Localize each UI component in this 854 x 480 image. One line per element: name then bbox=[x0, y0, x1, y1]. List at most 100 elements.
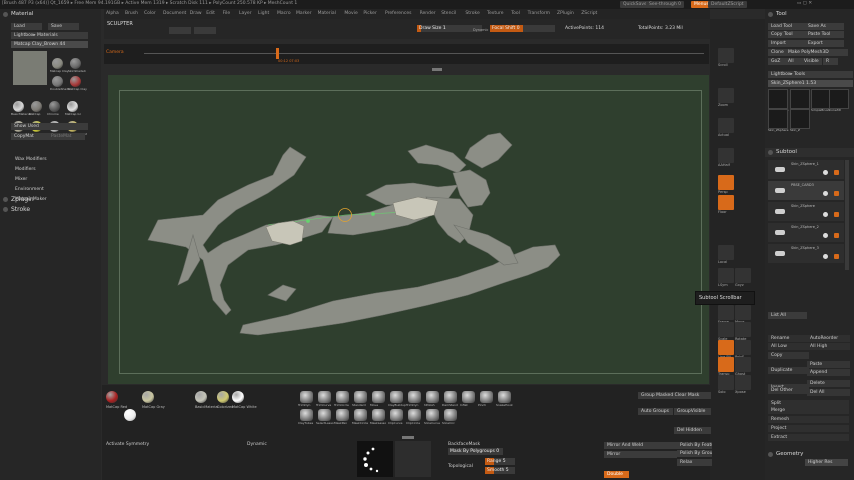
eye-icon[interactable] bbox=[823, 233, 828, 238]
polypaint-icon[interactable] bbox=[834, 233, 839, 238]
brush-thumb[interactable] bbox=[444, 391, 457, 403]
range-slider[interactable]: Range 5 bbox=[485, 458, 515, 465]
shelf-zoom-button[interactable] bbox=[718, 88, 734, 103]
brush-thumb[interactable] bbox=[318, 409, 331, 421]
mrgb-toggle[interactable] bbox=[169, 27, 191, 34]
tool-copy-tool-button[interactable]: Copy Tool bbox=[768, 31, 807, 38]
brush-thumb[interactable] bbox=[408, 391, 421, 403]
alpha-preview[interactable] bbox=[395, 441, 431, 477]
shelf-line-fill-button[interactable] bbox=[718, 340, 734, 355]
polypaint-icon[interactable] bbox=[834, 170, 839, 175]
brush-thumb[interactable] bbox=[354, 409, 367, 421]
brush-thumb[interactable] bbox=[300, 391, 313, 403]
menu-item-picker[interactable]: Picker bbox=[363, 11, 376, 16]
canvas-grip[interactable] bbox=[432, 68, 442, 71]
tool-make-polymesh3d-button[interactable]: Make PolyMesh3D bbox=[785, 49, 848, 56]
group-visible-button[interactable]: GroupVisible bbox=[674, 408, 711, 415]
tool-thumb[interactable] bbox=[768, 109, 788, 129]
rgb-toggle[interactable] bbox=[194, 27, 216, 34]
eye-icon[interactable] bbox=[823, 191, 828, 196]
pastemat-button[interactable]: PasteMat bbox=[48, 133, 85, 140]
tool-load-tool-button[interactable]: Load Tool bbox=[768, 23, 807, 30]
subtool-append-button[interactable]: Append bbox=[807, 369, 850, 376]
menu-item-stencil[interactable]: Stencil bbox=[441, 11, 456, 16]
tool-export-button[interactable]: Export bbox=[805, 40, 844, 47]
topological-toggle[interactable]: Topological bbox=[448, 464, 473, 469]
tool-import-button[interactable]: Import bbox=[768, 40, 807, 47]
menu-item-alpha[interactable]: Alpha bbox=[106, 11, 119, 16]
material-thumb[interactable] bbox=[70, 58, 81, 69]
shelf-gxyz-button[interactable] bbox=[735, 268, 751, 283]
show-used-button[interactable]: Show Used bbox=[11, 123, 88, 130]
mask-by-polygroups-slider[interactable]: Mask By Polygroups 0 bbox=[448, 448, 503, 455]
menu-item-file[interactable]: File bbox=[223, 11, 231, 16]
shelf-polyf-button[interactable] bbox=[735, 340, 751, 355]
subtool-del-all-button[interactable]: Del All bbox=[807, 389, 850, 396]
subtool-merge-button[interactable]: Merge bbox=[768, 407, 849, 414]
stroke-header[interactable]: Stroke bbox=[0, 205, 30, 214]
polish-by-groups-button[interactable]: Polish By Groups bbox=[677, 450, 712, 457]
material-thumb[interactable] bbox=[67, 101, 78, 112]
material-header[interactable]: Material bbox=[0, 10, 33, 19]
polypaint-icon[interactable] bbox=[834, 212, 839, 217]
auto-groups-button[interactable]: Auto Groups bbox=[638, 408, 673, 415]
tool-thumb[interactable] bbox=[811, 89, 831, 109]
zplugin-header[interactable]: Zplugin bbox=[0, 195, 34, 204]
dynamic-toggle[interactable]: Dynamic bbox=[473, 28, 488, 32]
menu-item-document[interactable]: Document bbox=[163, 11, 186, 16]
shelf-aahalf-button[interactable] bbox=[718, 148, 734, 163]
bottom-material-thumb[interactable] bbox=[195, 391, 207, 403]
shelf-xpose-button[interactable] bbox=[735, 375, 751, 390]
menu-item-light[interactable]: Light bbox=[258, 11, 269, 16]
tool-all-button[interactable]: All bbox=[785, 58, 802, 65]
subtool-del-other-button[interactable]: Del Other bbox=[768, 387, 809, 394]
default-zscript-button[interactable]: DefaultZScript bbox=[708, 1, 747, 8]
menu-item-macro[interactable]: Macro bbox=[277, 11, 291, 16]
subtool-remesh-button[interactable]: Remesh bbox=[768, 416, 849, 423]
double-button[interactable]: Double bbox=[604, 471, 629, 478]
shelf-transp-button[interactable] bbox=[718, 357, 734, 372]
tool-header[interactable]: Tool bbox=[765, 10, 787, 19]
shelf-solo-button[interactable] bbox=[718, 375, 734, 390]
del-hidden-button[interactable]: Del Hidden bbox=[674, 427, 711, 434]
material-thumb[interactable] bbox=[70, 76, 81, 87]
copymat-button[interactable]: CopyMat bbox=[11, 133, 48, 140]
mirror-and-weld-button[interactable]: Mirror And Weld bbox=[604, 442, 677, 449]
bottom-grip[interactable] bbox=[402, 436, 414, 439]
shelf-scroll-button[interactable] bbox=[718, 48, 734, 63]
tool-thumb[interactable] bbox=[829, 89, 849, 109]
subtool-extract-button[interactable]: Extract bbox=[768, 434, 849, 441]
polypaint-icon[interactable] bbox=[834, 254, 839, 259]
menu-item-movie[interactable]: Movie bbox=[344, 11, 357, 16]
section-environment[interactable]: Environment bbox=[15, 187, 44, 192]
shelf-scale-button[interactable] bbox=[718, 322, 734, 337]
bottom-material-thumb[interactable] bbox=[217, 391, 229, 403]
white-material-thumb[interactable] bbox=[124, 409, 136, 421]
shelf-frame-button[interactable] bbox=[718, 305, 734, 320]
subtool-rename-button[interactable]: Rename bbox=[768, 335, 809, 342]
tool-thumb[interactable] bbox=[768, 89, 788, 109]
backface-mask-toggle[interactable]: BackfaceMask bbox=[448, 442, 480, 447]
brush-thumb[interactable] bbox=[498, 391, 511, 403]
lightbox-materials-button[interactable]: Lightbox▸ Materials bbox=[11, 32, 88, 39]
shelf-ghost-button[interactable] bbox=[735, 357, 751, 372]
brush-thumb[interactable] bbox=[336, 391, 349, 403]
zsphere-model[interactable] bbox=[108, 75, 709, 384]
brush-thumb[interactable] bbox=[426, 409, 439, 421]
relax-button[interactable]: Relax bbox=[677, 459, 712, 466]
bottom-material-thumb[interactable] bbox=[232, 391, 244, 403]
material-thumb[interactable] bbox=[52, 58, 63, 69]
subtool-duplicate-button[interactable]: Duplicate bbox=[768, 367, 809, 374]
menu-item-zscript[interactable]: ZScript bbox=[581, 11, 597, 16]
eye-icon[interactable] bbox=[823, 212, 828, 217]
subtool-split-button[interactable]: Split bbox=[768, 400, 849, 407]
focal-shift-slider[interactable]: Focal Shift 0 bbox=[490, 25, 555, 32]
menu-item-material[interactable]: Material bbox=[318, 11, 336, 16]
subtool-project-button[interactable]: Project bbox=[768, 425, 849, 432]
timeline-playhead[interactable] bbox=[276, 48, 279, 59]
seethrough-slider[interactable]: See-through 0 bbox=[646, 1, 684, 8]
current-material-preview[interactable] bbox=[13, 51, 47, 85]
eye-icon[interactable] bbox=[823, 254, 828, 259]
menu-item-marker[interactable]: Marker bbox=[296, 11, 312, 16]
higher-res-button[interactable]: Higher Res bbox=[805, 459, 848, 466]
